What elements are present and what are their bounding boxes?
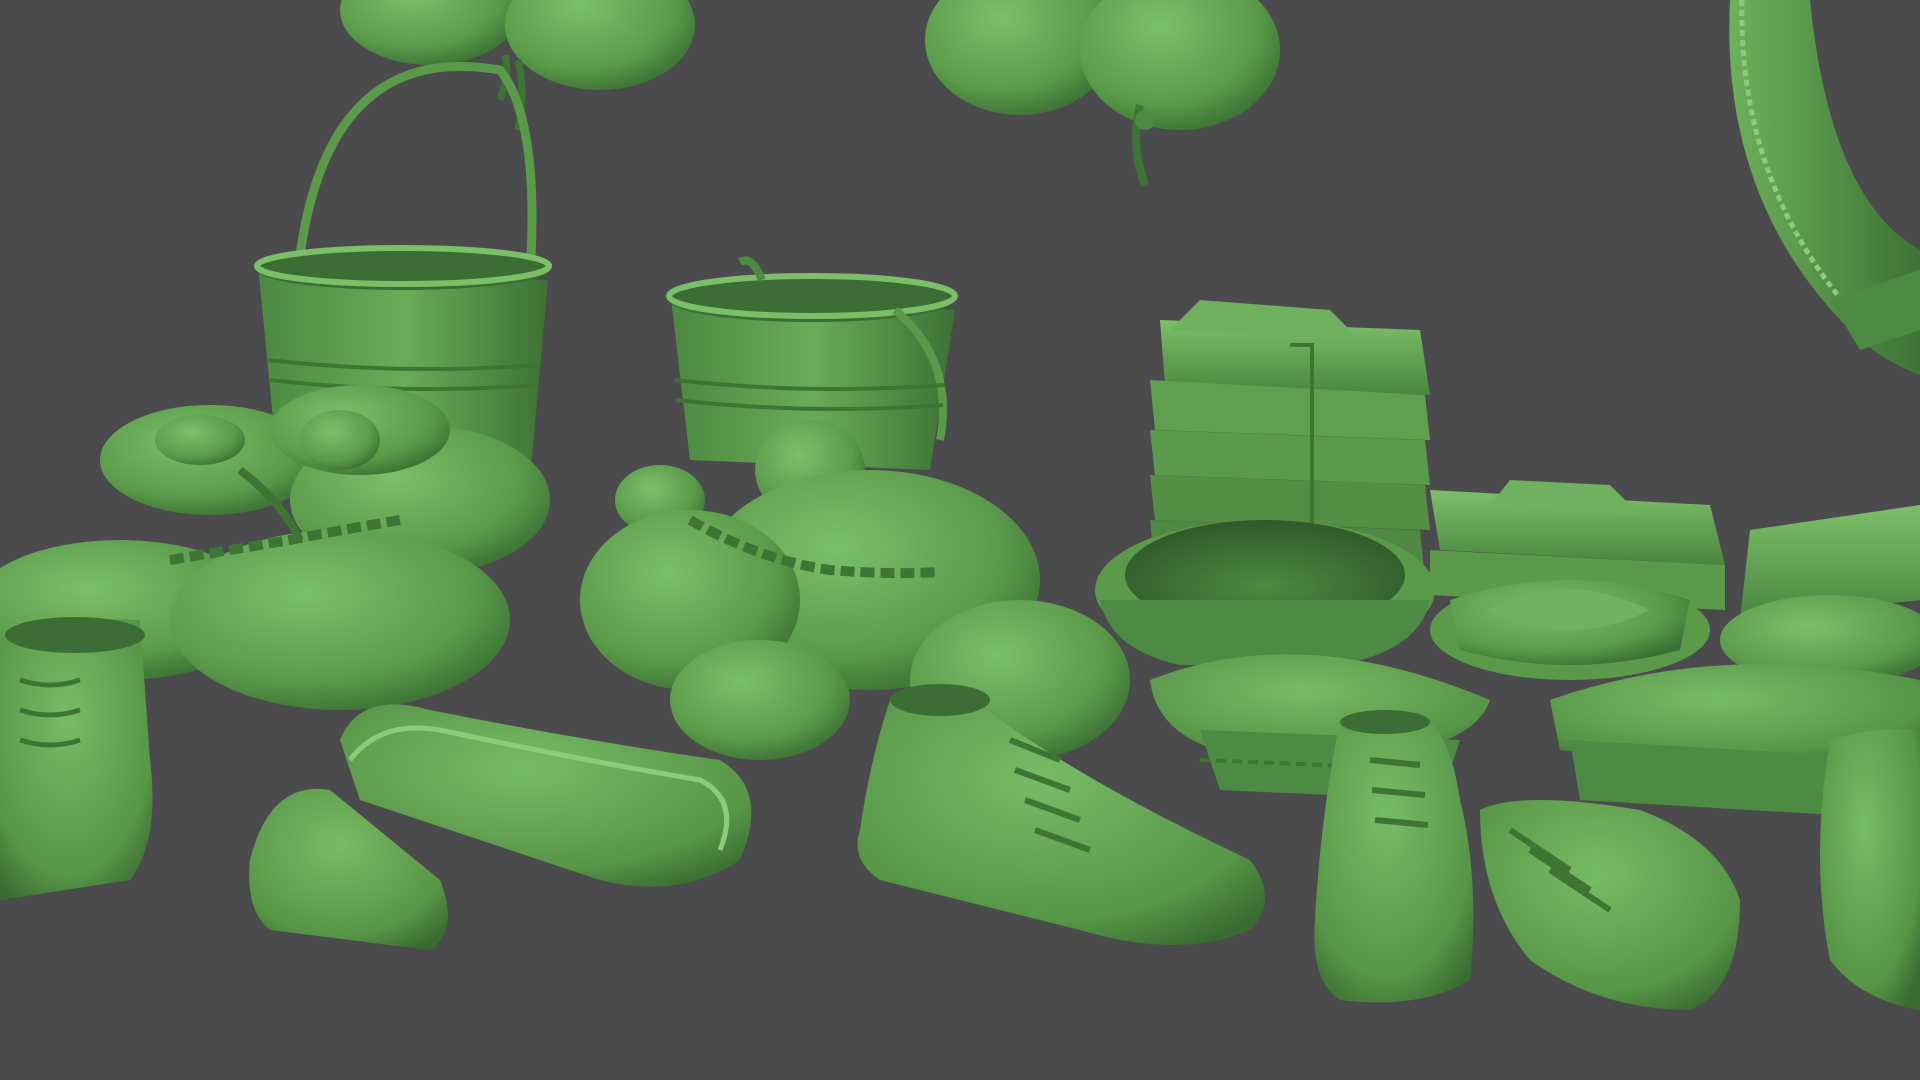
life-ring-icon — [1729, 0, 1920, 375]
sculpt-viewport[interactable] — [0, 0, 1920, 1080]
sailor-cap-icon — [1095, 520, 1435, 665]
sailor-cap-icon — [1430, 580, 1710, 680]
scene-render — [0, 0, 1920, 1010]
sandbag-icon — [580, 420, 1130, 760]
boot-icon — [249, 704, 752, 950]
boot-icon — [1820, 728, 1920, 1010]
boot-icon — [0, 617, 153, 900]
sandbag-icon — [925, 0, 1280, 187]
boot-icon — [1480, 800, 1740, 1010]
